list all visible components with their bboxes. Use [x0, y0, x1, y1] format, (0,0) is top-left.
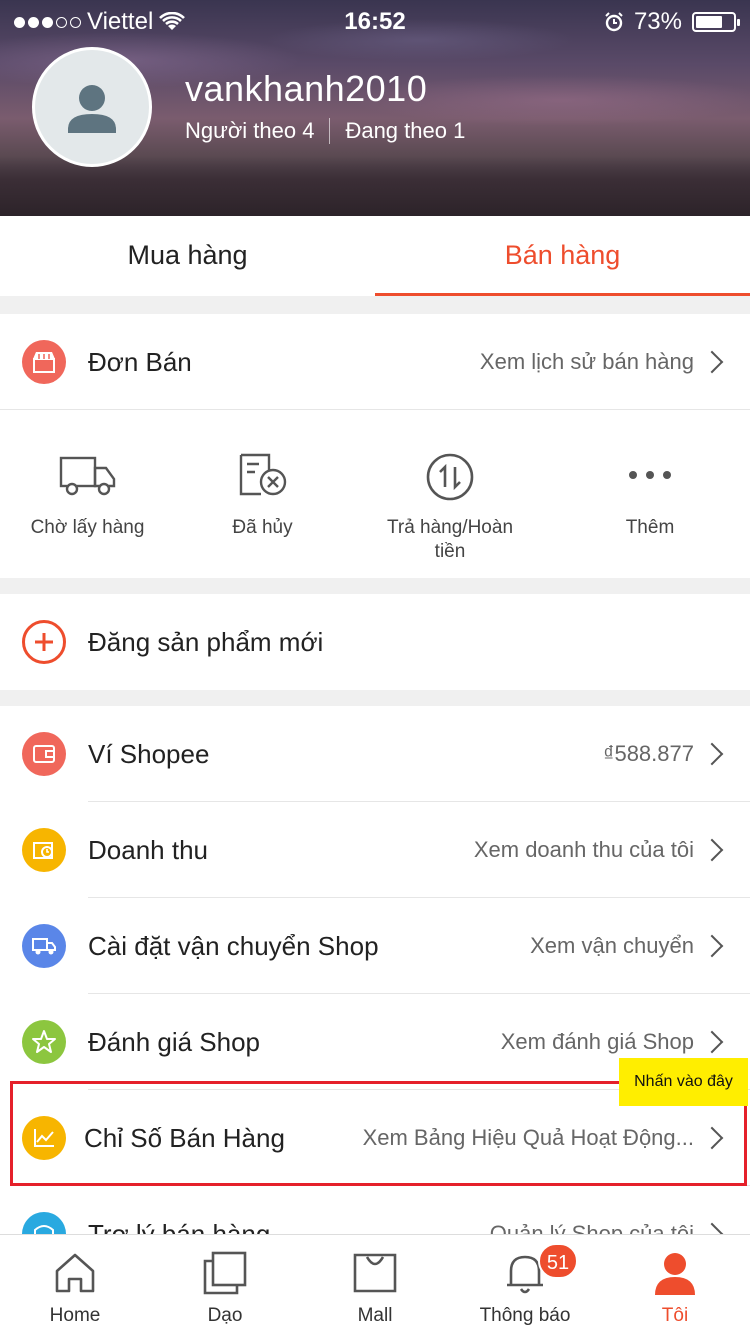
shipping-icon [22, 924, 66, 968]
status-bar: Viettel 16:52 73% [0, 0, 750, 40]
nav-notifications[interactable]: 51 Thông báo [450, 1235, 600, 1334]
wallet-balance: ₫588.877 [603, 741, 694, 766]
chevron-right-icon [700, 742, 724, 766]
nav-label: Thông báo [479, 1305, 571, 1326]
bottom-navigation: Home Dạo Mall 51 Thông báo Tôi [0, 1234, 750, 1334]
home-icon [55, 1253, 95, 1293]
tap-here-tooltip: Nhấn vào đây [619, 1058, 748, 1106]
mall-bag-icon [353, 1253, 397, 1293]
nav-profile[interactable]: Tôi [600, 1235, 750, 1334]
order-status-label: Trả hàng/Hoàn tiền [386, 517, 514, 562]
menu-item-title: Cài đặt vận chuyển Shop [88, 930, 379, 961]
sales-history-link[interactable]: Xem lịch sử bán hàng [480, 349, 694, 375]
menu-item-shipping-settings[interactable]: Cài đặt vận chuyển Shop Xem vận chuyển [0, 898, 750, 994]
menu-item-doanh-thu[interactable]: Doanh thu Xem doanh thu của tôi [0, 802, 750, 898]
chevron-right-icon [700, 838, 724, 862]
more-dots-icon [629, 471, 671, 479]
sales-orders-row[interactable]: Đơn Bán Xem lịch sử bán hàng [0, 314, 750, 410]
chevron-right-icon [700, 934, 724, 958]
avatar[interactable] [32, 47, 152, 167]
add-circle-icon [22, 620, 66, 664]
revenue-icon [22, 828, 66, 872]
follow-stats: Người theo 4 Đang theo 1 [185, 118, 465, 144]
menu-item-title: Ví Shopee [88, 738, 210, 769]
shop-icon [22, 340, 66, 384]
new-product-label: Đăng sản phẩm mới [88, 626, 324, 657]
chevron-right-icon [700, 350, 724, 374]
nav-mall[interactable]: Mall [300, 1235, 450, 1334]
nav-label: Tôi [661, 1305, 689, 1326]
feed-icon [203, 1251, 247, 1295]
status-right: 73% [604, 8, 740, 36]
tab-mua-hang[interactable]: Mua hàng [0, 216, 375, 296]
sales-orders-section: Đơn Bán Xem lịch sử bán hàng Chờ lấy hàn… [0, 314, 750, 578]
follow-divider [329, 118, 331, 144]
nav-dao[interactable]: Dạo [150, 1235, 300, 1334]
nav-home[interactable]: Home [0, 1235, 150, 1334]
nav-label: Mall [357, 1305, 393, 1326]
menu-item-link: Xem doanh thu của tôi [473, 837, 694, 862]
battery-percent: 73% [633, 8, 682, 35]
nav-label: Home [49, 1305, 101, 1326]
sales-orders-title: Đơn Bán [88, 346, 192, 377]
menu-item-title: Doanh thu [88, 834, 208, 865]
return-refund-icon [426, 453, 474, 501]
new-product-section: Đăng sản phẩm mới [0, 594, 750, 690]
menu-item-title: Đánh giá Shop [88, 1026, 261, 1057]
menu-item-link: Xem đánh giá Shop [500, 1029, 694, 1054]
menu-item-vi-shopee[interactable]: Ví Shopee ₫588.877 [0, 706, 750, 802]
header-cityscape [0, 156, 750, 216]
profile-header: Viettel 16:52 73% vankhanh2010 Người the… [0, 0, 750, 216]
nav-label: Dạo [207, 1305, 243, 1326]
default-avatar-icon [68, 85, 116, 133]
order-status-label: Thêm [625, 517, 675, 538]
order-status-return-refund[interactable]: Trả hàng/Hoàn tiền [350, 410, 550, 578]
menu-item-link: Xem vận chuyển [530, 933, 694, 958]
profile-icon [655, 1253, 695, 1295]
seller-menu-list: Ví Shopee ₫588.877 Doanh thu Xem doanh t… [0, 706, 750, 1282]
cancelled-order-icon [239, 453, 286, 496]
order-status-more[interactable]: Thêm [550, 410, 750, 578]
followers-count[interactable]: Người theo 4 [185, 118, 314, 144]
truck-icon [59, 456, 115, 496]
username: vankhanh2010 [185, 68, 428, 109]
new-product-row[interactable]: Đăng sản phẩm mới [0, 594, 750, 690]
wallet-icon [22, 732, 66, 776]
alarm-clock-icon [605, 12, 623, 32]
buy-sell-tabs: Mua hàng Bán hàng [0, 216, 750, 296]
notification-badge: 51 [538, 1243, 578, 1279]
following-count[interactable]: Đang theo 1 [345, 118, 465, 144]
star-icon [22, 1020, 66, 1064]
tab-ban-hang[interactable]: Bán hàng [375, 216, 750, 296]
order-status-label: Chờ lấy hàng [30, 517, 145, 538]
chevron-right-icon [700, 1030, 724, 1054]
order-status-cancelled[interactable]: Đã hủy [175, 410, 350, 578]
order-status-waiting-pickup[interactable]: Chờ lấy hàng [0, 410, 175, 578]
order-status-label: Đã hủy [232, 517, 293, 538]
battery-icon [692, 12, 740, 32]
order-status-grid: Chờ lấy hàng Đã hủy Trả hàng/Hoàn tiền T… [0, 410, 750, 578]
